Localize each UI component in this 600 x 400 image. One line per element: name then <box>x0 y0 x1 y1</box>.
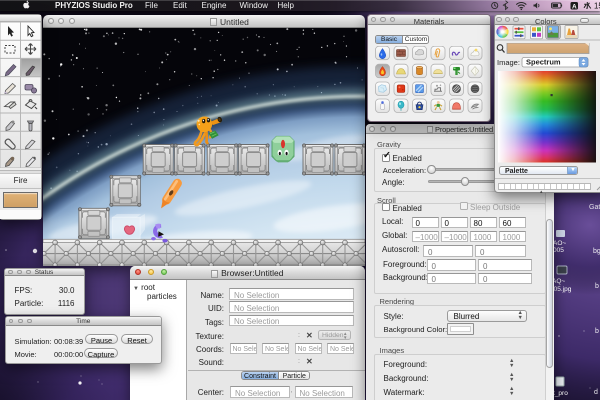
svg-text:AO~: AO~ <box>553 240 566 247</box>
svg-text:PHYZIOS Studio Pro: PHYZIOS Studio Pro <box>55 1 133 10</box>
svg-text:Image:: Image: <box>497 58 520 67</box>
svg-text:Gat: Gat <box>589 204 600 211</box>
svg-text:A: A <box>572 3 577 10</box>
svg-text:005: 005 <box>553 247 564 254</box>
svg-text:15: 15 <box>594 1 600 10</box>
svg-text:t_pro: t_pro <box>553 390 568 397</box>
svg-text:Engine: Engine <box>202 1 227 10</box>
svg-text:File: File <box>145 1 158 10</box>
svg-text:b: b <box>595 283 599 290</box>
svg-text:b: b <box>595 328 599 335</box>
svg-text:Edit: Edit <box>173 1 188 10</box>
svg-text:bg: bg <box>593 248 600 255</box>
svg-text:AQ~: AQ~ <box>552 278 565 285</box>
svg-text:d: d <box>594 389 598 396</box>
svg-text:Help: Help <box>278 1 295 10</box>
svg-text:Window: Window <box>240 1 269 10</box>
svg-text:Spectrum: Spectrum <box>526 58 561 67</box>
